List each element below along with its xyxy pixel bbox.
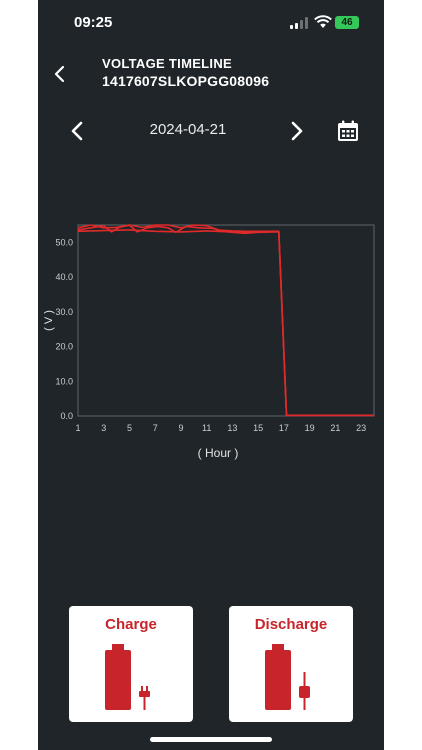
x-tick-label: 5 [127, 423, 132, 433]
x-tick-label: 1 [75, 423, 80, 433]
battery-icon: 46 [335, 16, 359, 29]
x-tick-label: 3 [101, 423, 106, 433]
plot-frame [77, 224, 375, 417]
voltage-series-line [77, 229, 374, 417]
y-tick-label: 50.0 [55, 237, 73, 247]
y-tick-label: 0.0 [60, 411, 73, 421]
app-screen: 09:25 46 VOLTAGE TIMELINE 1417607SLKOPGG… [38, 0, 384, 750]
battery-level: 46 [341, 17, 353, 28]
y-tick-label: 40.0 [55, 272, 73, 282]
cellular-signal-icon [290, 17, 308, 29]
x-tick-label: 9 [178, 423, 183, 433]
wifi-icon [314, 15, 332, 28]
x-tick-label: 17 [279, 423, 289, 433]
x-tick-label: 23 [356, 423, 366, 433]
discharge-button[interactable]: Discharge [229, 606, 353, 722]
next-date-chevron-right-icon[interactable] [286, 120, 306, 142]
charge-button[interactable]: Charge [69, 606, 193, 722]
x-tick-label: 7 [153, 423, 158, 433]
voltage-series-line [77, 224, 374, 417]
x-axis-label: ( Hour ) [197, 446, 239, 460]
device-serial: 1417607SLKOPGG08096 [102, 73, 270, 89]
x-tick-label: 11 [202, 423, 211, 433]
status-time: 09:25 [74, 14, 113, 31]
y-tick-label: 20.0 [55, 342, 73, 352]
prev-date-chevron-left-icon[interactable] [68, 120, 88, 142]
status-bar: 09:25 46 [38, 0, 384, 44]
voltage-series-line [77, 224, 374, 417]
calendar-icon[interactable] [336, 119, 360, 143]
x-tick-label: 13 [227, 423, 237, 433]
battery-plug-icon [265, 644, 310, 710]
x-tick-label: 15 [253, 423, 263, 433]
page-title: VOLTAGE TIMELINE [102, 56, 232, 71]
discharge-label: Discharge [254, 616, 328, 633]
y-axis-label: ( V ) [43, 310, 55, 331]
charge-label: Charge [105, 616, 157, 633]
home-indicator[interactable] [150, 737, 272, 742]
back-chevron-left-icon[interactable] [50, 64, 70, 84]
x-tick-label: 19 [305, 423, 315, 433]
x-tick-label: 21 [330, 423, 340, 433]
y-tick-label: 10.0 [55, 376, 73, 386]
selected-date[interactable]: 2024-04-21 [128, 121, 248, 138]
voltage-line-chart: 0.010.020.030.040.050.01 3 5 7 9 11 13 15 17 19 21… [43, 224, 375, 433]
battery-plug-icon [105, 644, 150, 710]
y-tick-label: 30.0 [55, 307, 73, 317]
